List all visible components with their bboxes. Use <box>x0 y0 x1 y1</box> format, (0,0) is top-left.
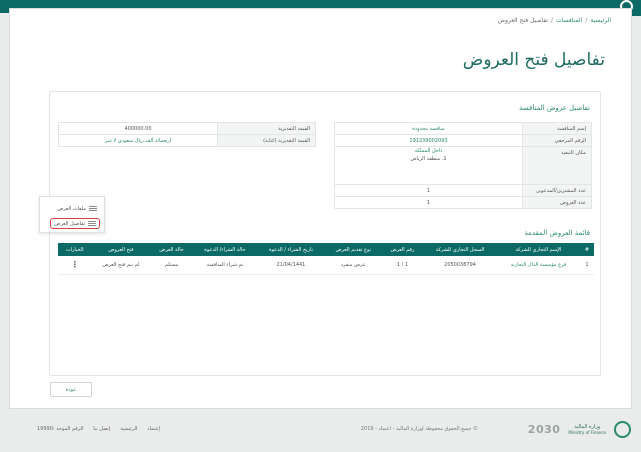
col-purchase-status: حالة الشراء/ الدعوة <box>192 243 258 256</box>
value-execution-place-line1: داخل المملكة <box>414 148 443 154</box>
col-purchase-date: تاريخ الشراء / الدعوة <box>257 243 325 256</box>
breadcrumb: الرئيسية/المنافسات/تفاصيل فتح العروض <box>498 17 611 24</box>
dropdown-item-offer-details[interactable]: تفاصيل العرض <box>50 218 100 229</box>
cell-opening: لم يتم فتح العرض <box>91 256 151 275</box>
col-number: # <box>580 243 594 256</box>
value-estimated-value: 400000.00 <box>58 122 218 135</box>
value-buyers-count: 1 <box>334 184 523 197</box>
copyright-text: © جميع الحقوق محفوظة لوزارة المالية - اع… <box>360 426 478 432</box>
value-reference-number: 191239002093 <box>334 134 523 147</box>
dropdown-item-offer-files[interactable]: ملفات العرض <box>54 203 100 214</box>
footer: وزارة المالية Ministry of Finance 2030 ©… <box>0 411 641 452</box>
tender-info-table-right: إسم المنافسة منافسة محدودة الرقم المرجعي 1… <box>334 122 592 209</box>
value-estimated-value-text: أربعمائة ألف ريال سعودي لا غير <box>58 134 218 147</box>
emblem-icon <box>614 421 631 438</box>
ministry-logo: وزارة المالية Ministry of Finance <box>568 424 606 436</box>
cell-purchase-date: 21/04/1441 <box>257 256 325 275</box>
col-offer-status: حالة العرض <box>150 243 193 256</box>
col-offer-type: نوع تقديم العرض <box>324 243 382 256</box>
value-execution-place-line2: 1. منطقة الرياض <box>410 156 447 162</box>
cell-purchase-status: تم شراء المنافسة <box>192 256 258 275</box>
value-execution-place: داخل المملكة 1. منطقة الرياض <box>334 146 523 185</box>
label-buyers-count: عدد المشترين/المدعوين <box>522 184 592 197</box>
footer-link-home[interactable]: الرئيسية <box>120 426 137 432</box>
offers-list-title: قائمة العروض المقدمة <box>524 229 590 237</box>
cell-offer-type: عرض منفرد <box>324 256 382 275</box>
value-tender-name: منافسة محدودة <box>334 122 523 135</box>
page-container: الرئيسية/المنافسات/تفاصيل فتح العروض تفا… <box>9 8 632 409</box>
footer-links: إعتماد الرئيسية إتصل بنا الرقم الموحد :1… <box>37 426 160 432</box>
options-dropdown: ملفات العرض تفاصيل العرض <box>39 196 105 233</box>
cell-number: 1 <box>580 256 594 275</box>
dropdown-item-label: ملفات العرض <box>57 205 86 212</box>
label-offers-count: عدد العروض <box>522 196 592 209</box>
cell-commercial-register: 2050038794 <box>423 256 497 275</box>
back-button[interactable]: عودة <box>50 382 92 397</box>
page-title: تفاصيل فتح العروض <box>462 50 605 70</box>
label-execution-place: مكان التنفيذ <box>522 146 592 185</box>
value-offers-count: 1 <box>334 196 523 209</box>
breadcrumb-current: تفاصيل فتح العروض <box>497 17 548 24</box>
tender-info-table-left: القيمة التقديرية 400000.00 القيمة التقدير… <box>58 122 316 147</box>
tender-details-title: تفاصيل عروض المنافسة <box>518 104 590 112</box>
ministry-name-en: Ministry of Finance <box>568 429 606 435</box>
list-icon <box>89 206 97 211</box>
footer-link-contact[interactable]: إتصل بنا <box>93 426 110 432</box>
offers-table: # الإسم التجاري للشركة السجل التجاري للش… <box>58 243 594 275</box>
label-tender-name: إسم المنافسة <box>522 122 592 135</box>
label-estimated-value: القيمة التقديرية <box>217 122 316 135</box>
list-icon <box>88 221 96 226</box>
label-estimated-value-text: القيمة التقديرية (كتابة) <box>217 134 316 147</box>
dropdown-item-label: تفاصيل العرض <box>54 220 85 227</box>
footer-logos: وزارة المالية Ministry of Finance 2030 <box>528 421 631 438</box>
cell-offer-number: 1 / 1 <box>381 256 424 275</box>
cell-company-name[interactable]: فرع مؤسسة الدال التجارية <box>496 256 580 275</box>
footer-link-etimad[interactable]: إعتماد <box>147 426 160 432</box>
breadcrumb-separator: / <box>550 17 553 24</box>
offers-table-header: # الإسم التجاري للشركة السجل التجاري للش… <box>58 243 594 256</box>
col-options: الخيارات <box>58 243 92 256</box>
breadcrumb-tenders[interactable]: المنافسات <box>556 17 582 24</box>
details-card: تفاصيل عروض المنافسة إسم المنافسة منافسة … <box>49 91 601 376</box>
footer-unified-number: الرقم الموحد :19990 <box>37 426 84 432</box>
col-offer-number: رقم العرض <box>381 243 424 256</box>
col-commercial-register: السجل التجاري للشركة <box>423 243 497 256</box>
cell-offer-status: مستلم <box>150 256 193 275</box>
vision-2030-logo: 2030 <box>527 423 561 436</box>
breadcrumb-separator: / <box>585 17 588 24</box>
breadcrumb-home[interactable]: الرئيسية <box>590 17 611 24</box>
label-reference-number: الرقم المرجعي <box>522 134 592 147</box>
col-company-name: الإسم التجاري للشركة <box>496 243 580 256</box>
table-row: 1 فرع مؤسسة الدال التجارية 2050038794 1 … <box>58 256 594 275</box>
options-kebab-button[interactable]: ⋮ <box>58 256 92 275</box>
col-opening: فتح العروض <box>91 243 151 256</box>
